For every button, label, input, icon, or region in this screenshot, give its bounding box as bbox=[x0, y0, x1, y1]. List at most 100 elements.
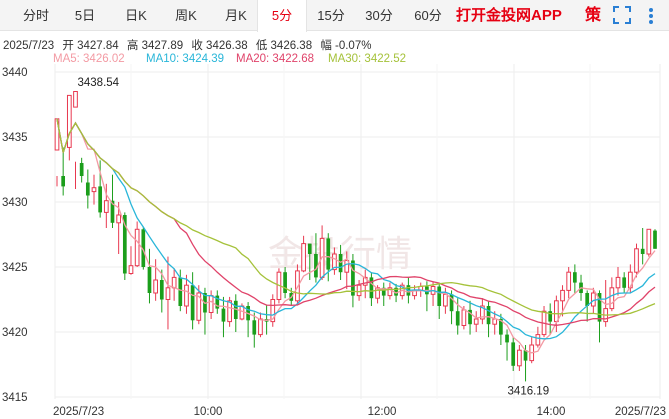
candle-body bbox=[560, 289, 565, 302]
candle-body bbox=[134, 228, 140, 267]
candle-body bbox=[326, 238, 331, 270]
period-tab-bar: 分时 5日 日K 周K 月K 5分 15分 30分 60分 打开金投网APP 策 bbox=[0, 0, 669, 32]
x-tick-label: 14:00 bbox=[537, 406, 566, 418]
candle bbox=[573, 264, 577, 293]
candle-body bbox=[640, 248, 645, 254]
candle-body bbox=[190, 285, 195, 321]
candle bbox=[468, 300, 472, 335]
candle bbox=[548, 303, 553, 335]
quote-close: 收 3426.38 bbox=[191, 40, 248, 52]
candle bbox=[165, 256, 171, 330]
candle-body bbox=[227, 300, 232, 323]
candle-body bbox=[153, 279, 158, 294]
candle bbox=[473, 311, 479, 332]
tab-month-k[interactable]: 月K bbox=[208, 0, 264, 31]
candle-body bbox=[184, 284, 189, 307]
candle bbox=[566, 267, 572, 299]
candle bbox=[541, 306, 547, 338]
candle bbox=[646, 228, 652, 257]
quote-change: 幅 -0.07% bbox=[320, 40, 372, 52]
candle-body bbox=[79, 163, 84, 176]
candle-body bbox=[73, 91, 78, 108]
candle-body bbox=[283, 272, 287, 293]
tab-30min[interactable]: 30分 bbox=[356, 0, 402, 31]
x-axis: 2025/7/23 10:00 12:00 14:00 2025/7/23 bbox=[53, 406, 666, 418]
candle-body bbox=[171, 276, 177, 289]
fullscreen-icon[interactable] bbox=[612, 5, 632, 25]
candle-body bbox=[338, 254, 343, 273]
y-tick-label: 3420 bbox=[2, 327, 28, 339]
quote-summary: 2025/7/23 开 3427.84 高 3427.89 收 3426.38 … bbox=[3, 37, 376, 53]
candle-body bbox=[85, 182, 90, 196]
tab-15min[interactable]: 15分 bbox=[308, 0, 354, 31]
candle-body bbox=[455, 311, 460, 326]
strategy-icon[interactable]: 策 bbox=[585, 0, 601, 31]
candle-body bbox=[91, 187, 97, 193]
y-tick-label: 3425 bbox=[2, 262, 28, 274]
candle bbox=[153, 259, 158, 301]
candle bbox=[437, 283, 442, 319]
candle-body bbox=[486, 306, 491, 325]
candlestick-chart[interactable]: 金投行情 344034353430342534203415 2025/7/23 1… bbox=[0, 60, 669, 419]
candle bbox=[653, 229, 657, 249]
candle-body bbox=[461, 309, 467, 326]
candle bbox=[252, 312, 257, 348]
candle-body bbox=[554, 300, 559, 323]
x-tick-label: 2025/7/23 bbox=[53, 406, 104, 418]
candle bbox=[85, 169, 90, 209]
candle-body bbox=[505, 334, 509, 343]
candle-body bbox=[646, 228, 652, 255]
tab-week-k[interactable]: 周K bbox=[160, 0, 212, 31]
quote-high: 高 3427.89 bbox=[126, 40, 184, 52]
candle-body bbox=[258, 318, 263, 336]
candle-body bbox=[573, 272, 577, 283]
candle bbox=[128, 246, 134, 275]
candle bbox=[73, 91, 78, 189]
candle bbox=[270, 294, 276, 327]
candle-body bbox=[535, 334, 541, 346]
y-tick-label: 3435 bbox=[2, 132, 28, 144]
candle bbox=[208, 290, 214, 319]
candle bbox=[356, 280, 362, 301]
candle bbox=[609, 277, 615, 312]
candle bbox=[351, 254, 355, 308]
tab-5day[interactable]: 5日 bbox=[56, 0, 114, 31]
candle bbox=[233, 294, 238, 332]
candle-body bbox=[103, 200, 109, 213]
candle-body bbox=[566, 271, 572, 291]
candle-body bbox=[307, 243, 312, 254]
candle bbox=[66, 94, 72, 161]
candle-body bbox=[98, 186, 103, 213]
candle bbox=[511, 337, 516, 371]
ma20-line bbox=[56, 118, 656, 326]
candle-body bbox=[653, 230, 657, 249]
open-app-link[interactable]: 打开金投网APP bbox=[456, 0, 562, 31]
tab-day-k[interactable]: 日K bbox=[108, 0, 164, 31]
candle-body bbox=[437, 286, 442, 306]
candle-body bbox=[356, 284, 362, 297]
candle bbox=[215, 290, 220, 314]
candle-body bbox=[609, 287, 615, 310]
candle-body bbox=[208, 295, 214, 314]
y-tick-label: 3415 bbox=[2, 392, 28, 404]
candle bbox=[622, 272, 627, 293]
candle bbox=[634, 243, 639, 278]
candle-body bbox=[591, 292, 596, 307]
candle bbox=[529, 337, 535, 364]
candle-body bbox=[443, 293, 448, 307]
more-vertical-icon[interactable] bbox=[643, 6, 659, 26]
candle-body bbox=[517, 349, 522, 367]
tab-60min[interactable]: 60分 bbox=[405, 0, 451, 31]
candle-body bbox=[165, 287, 171, 301]
tab-5min[interactable]: 5分 bbox=[257, 0, 307, 32]
candle-body bbox=[492, 318, 498, 325]
high-annotation: 3438.54 bbox=[77, 77, 119, 89]
candle bbox=[387, 282, 393, 300]
y-tick-label: 3440 bbox=[2, 67, 28, 79]
candle bbox=[615, 267, 621, 296]
candle-body bbox=[178, 277, 183, 306]
quote-open: 开 3427.84 bbox=[62, 40, 119, 52]
candle bbox=[505, 329, 509, 361]
candle bbox=[91, 174, 97, 205]
quote-low: 低 3426.38 bbox=[255, 40, 313, 52]
